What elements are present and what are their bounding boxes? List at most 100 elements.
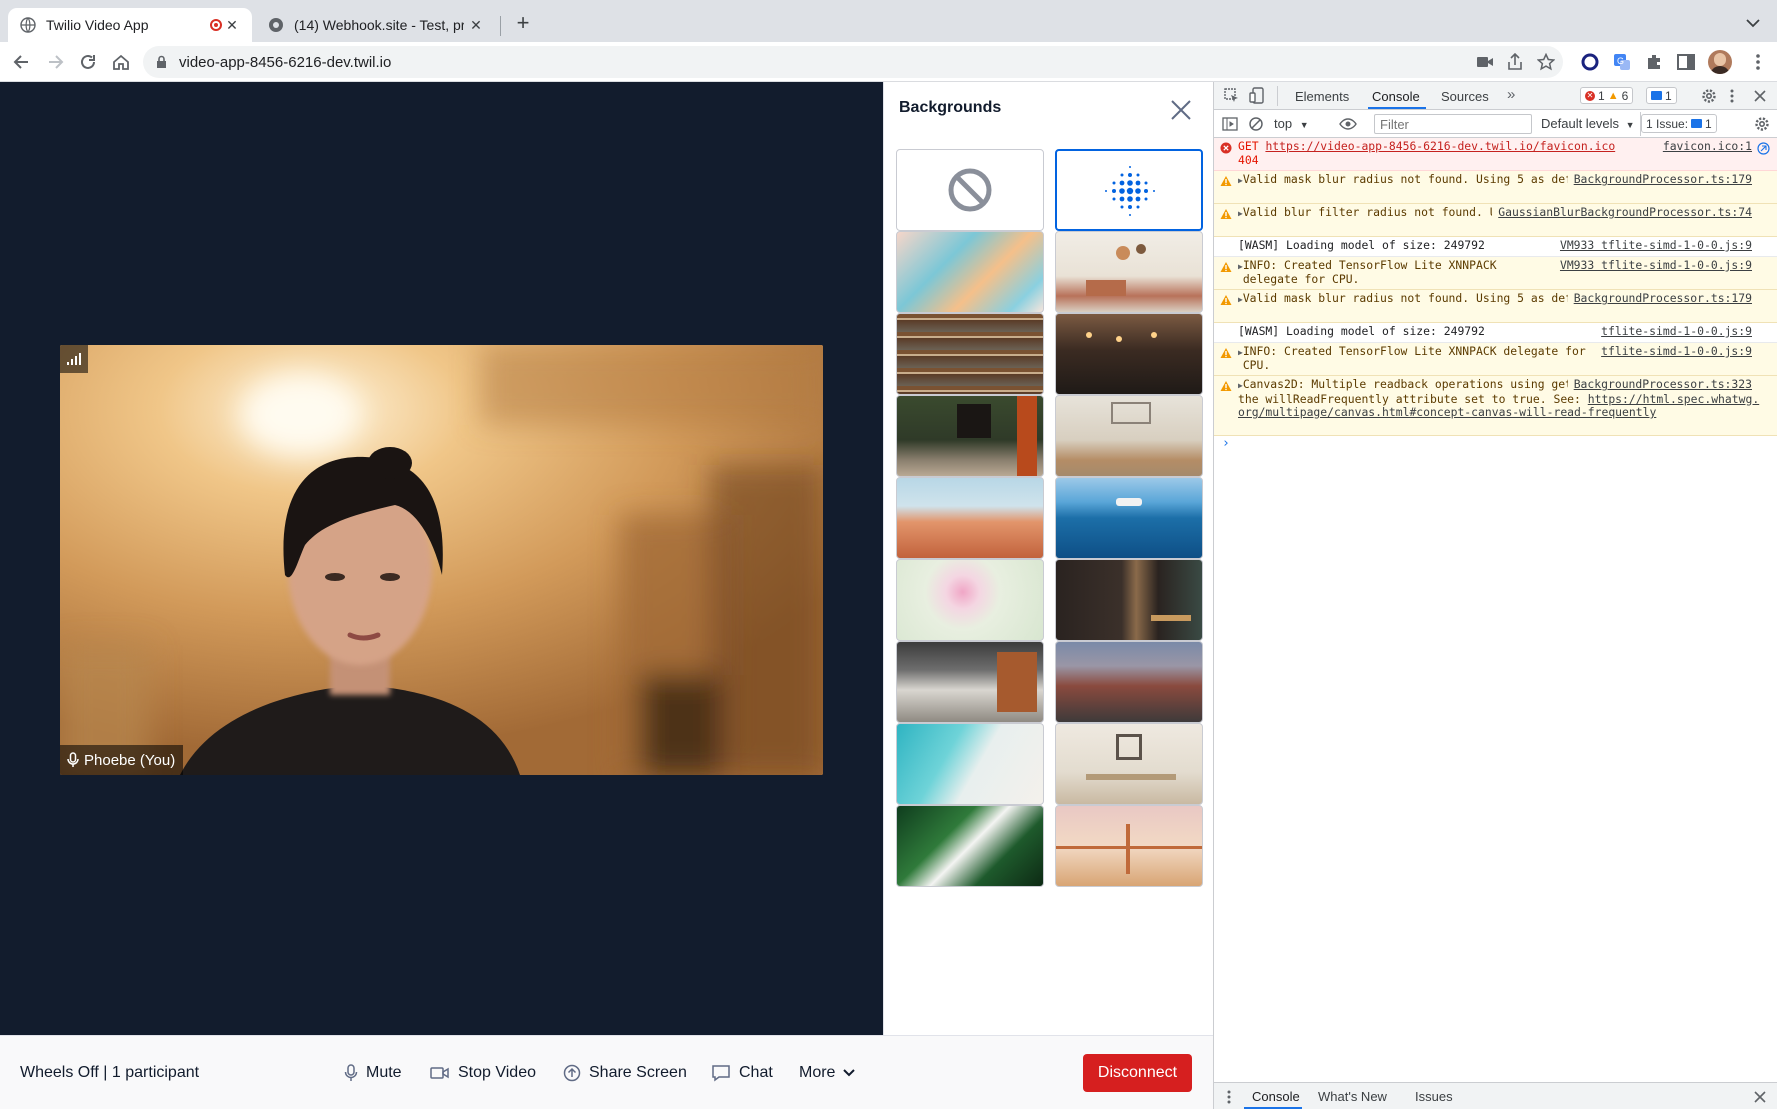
eye-icon[interactable] bbox=[1339, 117, 1357, 131]
console-prompt[interactable]: › bbox=[1214, 436, 1777, 456]
issues-button[interactable]: 1 Issue: 1 bbox=[1641, 114, 1717, 133]
drawer-tab-console[interactable]: Console bbox=[1252, 1089, 1300, 1104]
share-screen-button[interactable]: Share Screen bbox=[563, 1056, 687, 1090]
disconnect-button[interactable]: Disconnect bbox=[1083, 1054, 1192, 1092]
home-icon[interactable] bbox=[111, 52, 131, 72]
chat-button[interactable]: Chat bbox=[711, 1056, 773, 1090]
tab-console[interactable]: Console bbox=[1372, 89, 1420, 104]
chrome-menu-kebab-icon[interactable] bbox=[1748, 52, 1768, 72]
camera-in-use-icon[interactable] bbox=[1476, 54, 1494, 70]
background-option-coffee-shop[interactable] bbox=[1055, 313, 1203, 395]
message-source-link[interactable]: GaussianBlurBackgroundProcessor.ts:74 bbox=[1492, 205, 1752, 220]
console-settings-gear-icon[interactable] bbox=[1754, 116, 1770, 132]
console-message-warning[interactable]: ▶Canvas2D: Multiple readback operations … bbox=[1214, 376, 1777, 436]
info-count-badge[interactable]: 1 bbox=[1646, 87, 1677, 104]
console-message-warning[interactable]: ▶Valid mask blur radius not found. Using… bbox=[1214, 171, 1777, 204]
bookmark-star-icon[interactable] bbox=[1537, 53, 1555, 71]
console-message-warning[interactable]: ▶INFO: Created TensorFlow Lite XNNPACK d… bbox=[1214, 257, 1777, 290]
background-option-monstera-leaves[interactable] bbox=[896, 805, 1044, 887]
drawer-kebab-icon[interactable] bbox=[1226, 1089, 1232, 1105]
stop-video-label: Stop Video bbox=[458, 1064, 536, 1081]
console-filter-input[interactable] bbox=[1374, 114, 1532, 134]
log-levels-dropdown[interactable]: Default levels ▼ bbox=[1541, 116, 1635, 131]
settings-gear-icon[interactable] bbox=[1701, 88, 1717, 104]
device-toolbar-icon[interactable] bbox=[1249, 87, 1265, 104]
clear-console-icon[interactable] bbox=[1248, 116, 1264, 132]
message-source-link[interactable]: BackgroundProcessor.ts:323 bbox=[1567, 377, 1752, 392]
recording-indicator-icon bbox=[210, 19, 222, 31]
background-option-blur[interactable] bbox=[1055, 149, 1203, 231]
message-link[interactable]: https://video-app-8456-6216-dev.twil.io/… bbox=[1265, 139, 1615, 153]
context-selector[interactable]: top ▼ bbox=[1274, 116, 1309, 131]
close-tab-icon[interactable]: ✕ bbox=[224, 17, 240, 33]
background-option-red-rocks[interactable] bbox=[1055, 641, 1203, 723]
console-message-error[interactable]: GET https://video-app-8456-6216-dev.twil… bbox=[1214, 138, 1777, 171]
error-icon bbox=[1220, 142, 1232, 154]
forward-arrow-icon[interactable] bbox=[45, 52, 65, 72]
tab-search-chevron-icon[interactable] bbox=[1746, 18, 1760, 28]
sidebar-toggle-icon[interactable] bbox=[1222, 116, 1238, 132]
new-tab-icon[interactable]: + bbox=[512, 12, 534, 34]
more-button[interactable]: More bbox=[799, 1056, 856, 1090]
extension-translate-icon[interactable]: G bbox=[1612, 52, 1632, 72]
background-option-modern-kitchen[interactable] bbox=[1055, 559, 1203, 641]
background-option-ocean-boat[interactable] bbox=[1055, 477, 1203, 559]
background-option-living-room[interactable] bbox=[1055, 231, 1203, 313]
participant-name: Phoebe (You) bbox=[84, 751, 176, 769]
background-option-none[interactable] bbox=[896, 149, 1044, 231]
browser-tab-webhook[interactable]: (14) Webhook.site - Test, proc ✕ bbox=[256, 8, 496, 42]
background-option-golden-gate-bridge[interactable] bbox=[1055, 805, 1203, 887]
console-message-warning[interactable]: ▶Valid blur filter radius not found. Usi… bbox=[1214, 204, 1777, 237]
background-option-beach-waves[interactable] bbox=[896, 723, 1044, 805]
console-message-log[interactable]: [WASM] Loading model of size: 249792 tfl… bbox=[1214, 323, 1777, 343]
browser-toolbar: video-app-8456-6216-dev.twil.io G bbox=[0, 42, 1777, 82]
reload-icon[interactable] bbox=[78, 52, 98, 72]
background-option-dining-room[interactable] bbox=[1055, 723, 1203, 805]
address-bar[interactable]: video-app-8456-6216-dev.twil.io bbox=[143, 46, 1563, 78]
back-arrow-icon[interactable] bbox=[12, 52, 32, 72]
lock-icon[interactable] bbox=[156, 55, 167, 69]
close-tab-icon[interactable]: ✕ bbox=[468, 17, 484, 33]
side-panel-icon[interactable] bbox=[1676, 52, 1696, 72]
extension-opera-icon[interactable] bbox=[1580, 52, 1600, 72]
close-drawer-icon[interactable] bbox=[1754, 1091, 1766, 1103]
more-tabs-chevron-icon[interactable]: » bbox=[1507, 86, 1515, 103]
message-source-link[interactable]: BackgroundProcessor.ts:179 bbox=[1567, 291, 1752, 306]
console-counts-badge[interactable]: ✕ 1 ▲ 6 bbox=[1580, 87, 1634, 104]
inspect-element-icon[interactable] bbox=[1224, 88, 1240, 104]
participant-count: 1 participant bbox=[111, 1064, 200, 1081]
message-source-link[interactable]: favicon.ico:1 bbox=[1656, 139, 1752, 154]
share-icon[interactable] bbox=[1507, 53, 1523, 71]
extensions-puzzle-icon[interactable] bbox=[1644, 52, 1664, 72]
background-option-pink-flowers[interactable] bbox=[896, 559, 1044, 641]
browser-tab-twilio[interactable]: Twilio Video App ✕ bbox=[8, 8, 252, 42]
background-option-abstract-smoke[interactable] bbox=[896, 231, 1044, 313]
drawer-tab-whats-new[interactable]: What's New bbox=[1318, 1089, 1387, 1104]
background-option-dark-lounge[interactable] bbox=[896, 395, 1044, 477]
tab-separator bbox=[500, 16, 501, 36]
message-source-link[interactable]: BackgroundProcessor.ts:179 bbox=[1567, 172, 1752, 187]
background-option-bookshelf[interactable] bbox=[896, 313, 1044, 395]
close-devtools-icon[interactable] bbox=[1754, 90, 1766, 102]
background-option-desert-dunes[interactable] bbox=[896, 477, 1044, 559]
tab-sources[interactable]: Sources bbox=[1441, 89, 1489, 104]
participant-video-tile[interactable]: Phoebe (You) bbox=[60, 345, 823, 775]
close-icon[interactable] bbox=[1169, 98, 1193, 122]
message-source-link[interactable]: tflite-simd-1-0-0.js:9 bbox=[1595, 344, 1752, 359]
background-option-modern-living[interactable] bbox=[896, 641, 1044, 723]
message-source-link[interactable]: tflite-simd-1-0-0.js:9 bbox=[1595, 324, 1752, 339]
message-source-link[interactable]: VM933 tflite-simd-1-0-0.js:9 bbox=[1553, 258, 1752, 273]
background-option-sunny-lounge[interactable] bbox=[1055, 395, 1203, 477]
stop-video-button[interactable]: Stop Video bbox=[430, 1056, 536, 1090]
devtools-kebab-icon[interactable] bbox=[1729, 88, 1735, 104]
mute-button[interactable]: Mute bbox=[344, 1056, 402, 1090]
console-message-log[interactable]: [WASM] Loading model of size: 249792 VM9… bbox=[1214, 237, 1777, 257]
console-message-warning[interactable]: ▶Valid mask blur radius not found. Using… bbox=[1214, 290, 1777, 323]
console-message-warning[interactable]: ▶INFO: Created TensorFlow Lite XNNPACK d… bbox=[1214, 343, 1777, 376]
devtools-panel: Elements Console Sources » ✕ 1 ▲ 6 1 top… bbox=[1213, 82, 1777, 1109]
profile-avatar[interactable] bbox=[1708, 50, 1732, 74]
drawer-tab-issues[interactable]: Issues bbox=[1415, 1089, 1453, 1104]
message-source-link[interactable]: VM933 tflite-simd-1-0-0.js:9 bbox=[1553, 238, 1752, 253]
tab-elements[interactable]: Elements bbox=[1295, 89, 1349, 104]
search-web-icon[interactable] bbox=[1757, 142, 1770, 155]
